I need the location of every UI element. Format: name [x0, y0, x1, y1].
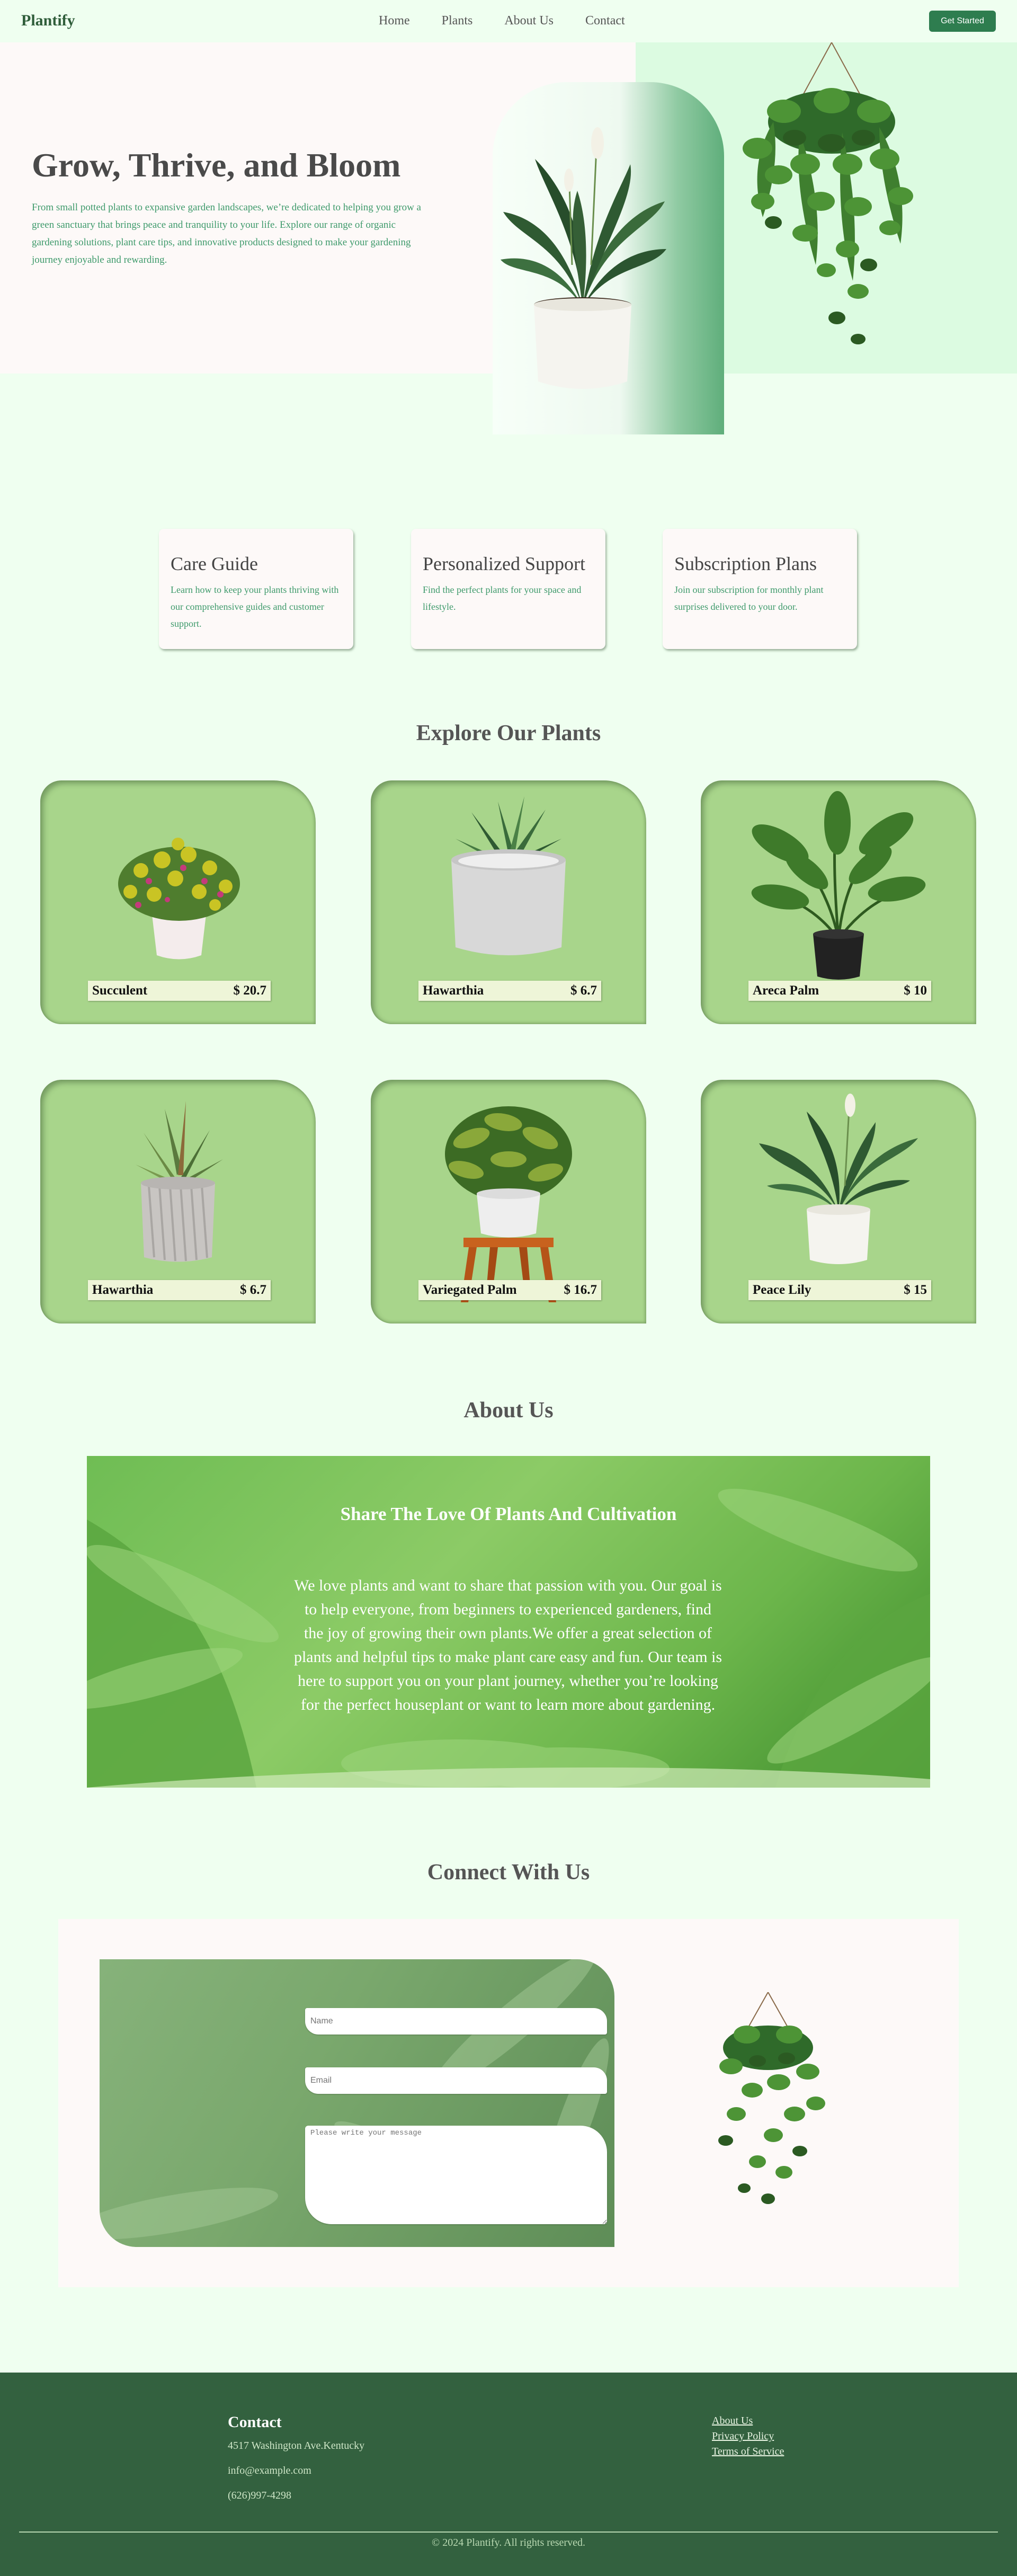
plant-name: Hawarthia [423, 983, 484, 998]
explore-title: Explore Our Plants [416, 721, 601, 745]
plant-name: Areca Palm [753, 983, 819, 998]
plant-card-peace-lily[interactable]: Peace Lily $ 15 [701, 1080, 976, 1323]
feature-text: Join our subscription for monthly plant … [674, 584, 824, 612]
plant-price: $ 6.7 [570, 983, 597, 998]
feature-title: Subscription Plans [674, 553, 817, 574]
plant-name: Succulent [92, 983, 148, 998]
feature-text: Learn how to keep your plants thriving w… [171, 584, 339, 629]
plant-card-variegated-palm[interactable]: Variegated Palm $ 16.7 [371, 1080, 646, 1323]
plant-label: Peace Lily $ 15 [748, 1280, 931, 1300]
about-text: We love plants and want to share that pa… [293, 1577, 722, 1713]
footer-link-about[interactable]: About Us [712, 2415, 784, 2427]
feature-card-care-guide[interactable]: Care Guide Learn how to keep your plants… [159, 529, 353, 649]
footer-copyright: © 2024 Plantify. All rights reserved. [432, 2537, 585, 2548]
plant-card-hawarthia-2[interactable]: Hawarthia $ 6.7 [40, 1080, 316, 1323]
nav-link-plants[interactable]: Plants [442, 14, 473, 28]
about-title: About Us [463, 1398, 554, 1423]
footer-address: 4517 Washington Ave.Kentucky [228, 2440, 365, 2451]
footer-phone[interactable]: (626)997-4298 [228, 2490, 291, 2502]
nav-link-contact[interactable]: Contact [585, 14, 625, 28]
plant-card-areca-palm[interactable]: Areca Palm $ 10 [701, 780, 976, 1024]
plant-label: Variegated Palm $ 16.7 [418, 1280, 601, 1300]
plant-label: Hawarthia $ 6.7 [418, 981, 601, 1001]
footer-link-privacy[interactable]: Privacy Policy [712, 2430, 784, 2442]
plant-card-succulent[interactable]: Succulent $ 20.7 [40, 780, 316, 1024]
plant-price: $ 16.7 [564, 1283, 597, 1297]
feature-text: Find the perfect plants for your space a… [423, 584, 582, 612]
email-input[interactable] [305, 2067, 607, 2094]
plant-price: $ 6.7 [240, 1283, 266, 1297]
contact-form [100, 1959, 614, 2247]
about-banner: Share The Love Of Plants And Cultivation… [87, 1456, 930, 1788]
footer-contact-title: Contact [228, 2413, 282, 2431]
nav-links: Home Plants About Us Contact [379, 14, 625, 28]
nav-link-home[interactable]: Home [379, 14, 410, 28]
footer-links: About Us Privacy Policy Terms of Service [712, 2415, 784, 2458]
feature-title: Care Guide [171, 553, 258, 574]
feature-title: Personalized Support [423, 553, 585, 574]
footer-divider [19, 2531, 998, 2533]
plant-label: Hawarthia $ 6.7 [88, 1280, 271, 1300]
feature-card-subscription-plans[interactable]: Subscription Plans Join our subscription… [663, 529, 857, 649]
brand-logo[interactable]: Plantify [21, 12, 75, 30]
footer-link-terms[interactable]: Terms of Service [712, 2446, 784, 2458]
name-input[interactable] [305, 2008, 607, 2035]
plant-label: Areca Palm $ 10 [748, 981, 931, 1001]
plant-price: $ 20.7 [233, 983, 267, 998]
connect-title: Connect With Us [427, 1860, 590, 1885]
hero-hanging-pothos-icon [743, 42, 913, 344]
hero-description: From small potted plants to expansive ga… [32, 202, 421, 265]
footer-email[interactable]: info@example.com [228, 2465, 311, 2477]
plant-label: Succulent $ 20.7 [88, 981, 271, 1001]
about-heading: Share The Love Of Plants And Cultivation [340, 1504, 677, 1524]
nav-link-about[interactable]: About Us [504, 14, 554, 28]
feature-card-personalized-support[interactable]: Personalized Support Find the perfect pl… [411, 529, 605, 649]
plant-price: $ 15 [904, 1283, 927, 1297]
hero-title: Grow, Thrive, and Bloom [32, 146, 401, 184]
message-textarea[interactable] [305, 2126, 607, 2224]
plant-card-hawarthia[interactable]: Hawarthia $ 6.7 [371, 780, 646, 1024]
hero-peace-lily-icon [501, 127, 666, 389]
plant-name: Hawarthia [92, 1283, 154, 1297]
hanging-pothos-icon [718, 1992, 825, 2204]
plant-name: Peace Lily [753, 1283, 811, 1297]
plant-price: $ 10 [904, 983, 927, 998]
get-started-button[interactable]: Get Started [929, 11, 996, 32]
plant-name: Variegated Palm [423, 1283, 517, 1297]
top-nav: Plantify Home Plants About Us Contact Ge… [0, 0, 1017, 42]
